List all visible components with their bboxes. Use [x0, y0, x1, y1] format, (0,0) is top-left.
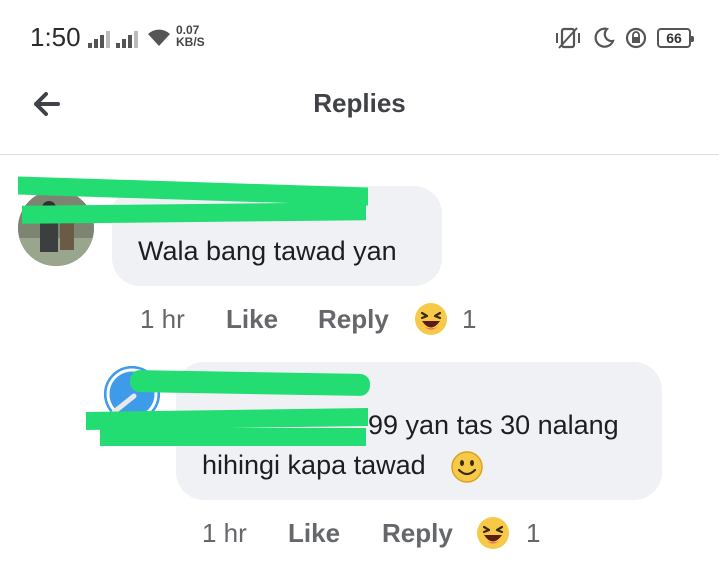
net-speed-unit: KB/S: [176, 35, 205, 49]
comment-text: hihingi kapa tawad: [202, 450, 426, 480]
comment-text: Wala bang tawad yan: [138, 236, 397, 266]
reply-button[interactable]: Reply: [318, 304, 389, 335]
reaction-count: 1: [462, 304, 477, 334]
battery-level: 66: [666, 30, 682, 46]
smiley-emoji-icon: [451, 451, 483, 483]
reply-button[interactable]: Reply: [382, 518, 453, 549]
status-bar: 1:50 0.07 KB/S 66: [0, 0, 719, 74]
redaction-mark: [100, 428, 366, 446]
redaction-mark: [22, 202, 366, 224]
top-bar: Replies: [0, 74, 719, 155]
laughing-emoji-icon[interactable]: [476, 516, 510, 550]
redaction-mark: [129, 369, 371, 397]
laughing-emoji-icon[interactable]: [414, 302, 448, 336]
status-time: 1:50: [30, 22, 81, 52]
lock-rotation-icon: [625, 27, 647, 49]
comment-timestamp: 1 hr: [202, 518, 247, 548]
reaction-count: 1: [526, 518, 541, 548]
net-speed: 0.07 KB/S: [176, 24, 205, 48]
comment-timestamp: 1 hr: [140, 304, 185, 334]
wifi-icon: [148, 29, 170, 46]
signal-icon: [116, 30, 142, 48]
page-title: Replies: [313, 88, 406, 118]
avatar-photo: [18, 190, 94, 266]
like-button[interactable]: Like: [288, 518, 340, 549]
like-button[interactable]: Like: [226, 304, 278, 335]
status-right-icons: 66: [553, 26, 694, 50]
comment-text: 99 yan tas 30 nalang: [368, 410, 619, 440]
moon-icon: [594, 27, 615, 48]
avatar[interactable]: [18, 190, 94, 266]
signal-icon: [88, 30, 114, 48]
battery-icon: 66: [657, 28, 694, 48]
vibrate-icon: [556, 27, 580, 49]
